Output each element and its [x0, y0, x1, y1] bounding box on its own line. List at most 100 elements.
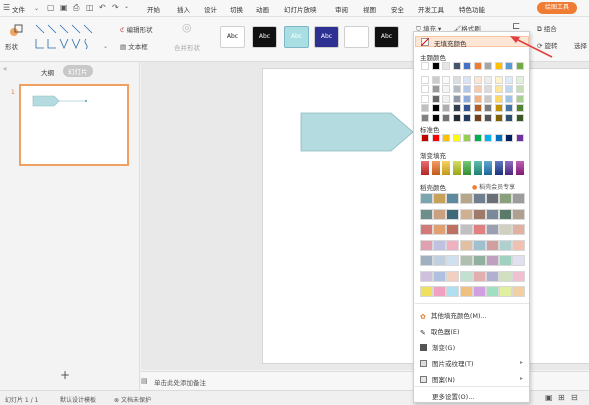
edit-shape-button[interactable]: ℭ 编辑形状: [120, 24, 153, 34]
theme-color-swatch[interactable]: [473, 104, 482, 112]
shapes-icon[interactable]: [9, 23, 23, 37]
standard-color-swatch[interactable]: [452, 134, 461, 142]
preview-icon[interactable]: ◫: [86, 3, 94, 12]
shape-style-option[interactable]: Abc: [220, 26, 245, 48]
daoke-color-swatch[interactable]: [433, 224, 447, 235]
daoke-color-swatch[interactable]: [486, 193, 499, 204]
tab-design[interactable]: 设计: [204, 4, 217, 14]
add-slide-button[interactable]: +: [60, 368, 70, 382]
theme-color-swatch[interactable]: [463, 62, 471, 70]
theme-color-swatch[interactable]: [431, 62, 440, 70]
tab-developer[interactable]: 开发工具: [418, 4, 444, 14]
theme-color-swatch[interactable]: [515, 104, 524, 112]
daoke-color-swatch[interactable]: [486, 239, 499, 251]
shape-style-option[interactable]: Abc: [314, 26, 339, 48]
daoke-color-swatch[interactable]: [459, 239, 473, 251]
theme-color-swatch[interactable]: [442, 85, 450, 93]
daoke-color-swatch[interactable]: [472, 270, 486, 282]
save-icon[interactable]: ▣: [60, 3, 68, 12]
daoke-color-swatch[interactable]: [459, 286, 473, 297]
theme-color-swatch[interactable]: [421, 85, 429, 93]
daoke-color-swatch[interactable]: [499, 193, 513, 204]
gradient-fill-swatch[interactable]: [473, 161, 482, 175]
notes-placeholder[interactable]: 单击此处添加备注: [154, 377, 206, 387]
standard-color-swatch[interactable]: [494, 134, 503, 142]
protection-status[interactable]: ⊗ 文档未保护: [114, 395, 151, 404]
theme-color-swatch[interactable]: [484, 104, 492, 112]
theme-color-swatch[interactable]: [442, 75, 450, 84]
slide-thumbnail[interactable]: [19, 84, 129, 166]
daoke-color-swatch[interactable]: [446, 239, 460, 251]
select-button[interactable]: 选择: [574, 40, 587, 50]
standard-color-swatch[interactable]: [431, 134, 440, 142]
theme-color-swatch[interactable]: [494, 75, 503, 84]
theme-color-swatch[interactable]: [515, 75, 524, 84]
daoke-color-swatch[interactable]: [486, 270, 499, 282]
tab-home[interactable]: 开始: [147, 4, 160, 14]
hamburger-icon[interactable]: ☰: [3, 3, 10, 12]
theme-color-swatch[interactable]: [505, 94, 513, 103]
theme-color-swatch[interactable]: [463, 94, 471, 103]
daoke-color-swatch[interactable]: [420, 286, 433, 297]
tab-slides[interactable]: 幻灯片: [63, 65, 93, 77]
daoke-color-swatch[interactable]: [472, 208, 486, 220]
gradient-fill-swatch[interactable]: [494, 161, 503, 175]
daoke-color-swatch[interactable]: [446, 208, 460, 220]
tab-transitions[interactable]: 切换: [230, 4, 243, 14]
daoke-color-swatch[interactable]: [472, 286, 486, 297]
pattern-option[interactable]: 图案(N): [420, 374, 455, 384]
shape-style-option[interactable]: Abc: [252, 26, 277, 48]
daoke-color-swatch[interactable]: [420, 255, 433, 266]
theme-color-swatch[interactable]: [494, 113, 503, 122]
theme-color-swatch[interactable]: [431, 85, 440, 93]
daoke-color-swatch[interactable]: [459, 270, 473, 282]
theme-color-swatch[interactable]: [473, 75, 482, 84]
daoke-color-swatch[interactable]: [446, 224, 460, 235]
theme-color-swatch[interactable]: [473, 85, 482, 93]
daoke-color-swatch[interactable]: [499, 255, 513, 266]
theme-color-swatch[interactable]: [463, 113, 471, 122]
daoke-color-swatch[interactable]: [512, 193, 526, 204]
theme-color-swatch[interactable]: [505, 62, 513, 70]
theme-color-swatch[interactable]: [484, 62, 492, 70]
daoke-color-swatch[interactable]: [486, 224, 499, 235]
theme-color-swatch[interactable]: [484, 94, 492, 103]
standard-color-swatch[interactable]: [505, 134, 513, 142]
standard-color-swatch[interactable]: [473, 134, 482, 142]
theme-color-swatch[interactable]: [452, 113, 461, 122]
gradient-fill-swatch[interactable]: [452, 161, 461, 175]
daoke-color-swatch[interactable]: [433, 270, 447, 282]
daoke-color-swatch[interactable]: [499, 270, 513, 282]
view-reading-icon[interactable]: ⊟: [571, 393, 578, 402]
daoke-color-swatch[interactable]: [472, 239, 486, 251]
theme-color-swatch[interactable]: [505, 104, 513, 112]
gradient-fill-swatch[interactable]: [505, 161, 513, 175]
folder-icon[interactable]: ▢: [47, 3, 55, 12]
theme-color-swatch[interactable]: [494, 85, 503, 93]
member-share-label[interactable]: ● 稻壳会员专享: [472, 182, 515, 191]
more-settings-option[interactable]: 更多设置(O)...: [432, 391, 474, 401]
daoke-color-swatch[interactable]: [433, 255, 447, 266]
shape-label[interactable]: 形状: [5, 41, 18, 51]
theme-color-swatch[interactable]: [505, 113, 513, 122]
theme-color-swatch[interactable]: [505, 75, 513, 84]
daoke-color-swatch[interactable]: [433, 208, 447, 220]
daoke-color-swatch[interactable]: [420, 270, 433, 282]
daoke-color-swatch[interactable]: [486, 255, 499, 266]
theme-color-swatch[interactable]: [473, 62, 482, 70]
theme-color-swatch[interactable]: [442, 104, 450, 112]
theme-color-swatch[interactable]: [515, 85, 524, 93]
shape-style-option[interactable]: Abc: [344, 26, 369, 48]
theme-color-swatch[interactable]: [452, 94, 461, 103]
more-icon[interactable]: ⌄: [124, 3, 129, 10]
daoke-color-swatch[interactable]: [433, 239, 447, 251]
theme-color-swatch[interactable]: [442, 94, 450, 103]
tab-outline[interactable]: 大纲: [41, 67, 54, 77]
gradient-fill-swatch[interactable]: [442, 161, 450, 175]
theme-color-swatch[interactable]: [421, 75, 429, 84]
theme-color-swatch[interactable]: [494, 62, 503, 70]
theme-color-swatch[interactable]: [421, 94, 429, 103]
picture-texture-option[interactable]: 图片或纹理(T): [420, 358, 474, 368]
daoke-color-swatch[interactable]: [420, 193, 433, 204]
standard-color-swatch[interactable]: [463, 134, 471, 142]
